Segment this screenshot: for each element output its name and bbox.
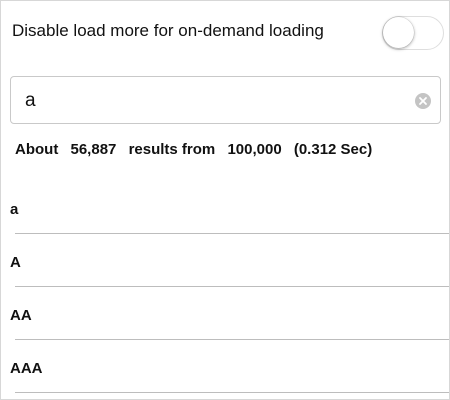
results-total: 100,000 xyxy=(227,141,282,158)
list-item-label: AA xyxy=(10,307,32,324)
list-item[interactable]: A xyxy=(1,234,449,287)
results-count: 56,887 xyxy=(70,141,117,158)
screen: Disable load more for on-demand loading … xyxy=(0,0,450,400)
list-item[interactable]: AAA xyxy=(1,340,449,393)
disable-load-more-row: Disable load more for on-demand loading xyxy=(1,1,449,63)
disable-load-more-label: Disable load more for on-demand loading xyxy=(12,21,324,40)
list-item[interactable]: AA xyxy=(1,287,449,340)
toggle-knob xyxy=(383,17,414,48)
results-prefix: About xyxy=(15,141,59,158)
clear-icon[interactable] xyxy=(415,93,431,109)
list-item-label: a xyxy=(10,201,19,218)
list-item-label: AAA xyxy=(10,360,43,377)
search-input[interactable] xyxy=(25,88,405,114)
search-box xyxy=(10,76,441,124)
results-middle-text: results from xyxy=(128,141,216,158)
results-time: (0.312 Sec) xyxy=(293,141,373,158)
list-item-label: A xyxy=(10,254,21,271)
list-item[interactable]: a xyxy=(1,181,449,234)
divider xyxy=(15,392,449,393)
disable-load-more-toggle[interactable] xyxy=(382,16,444,50)
result-list: a A AA AAA xyxy=(1,181,449,393)
results-summary: About 56,887 results from 100,000 (0.312… xyxy=(15,141,380,158)
